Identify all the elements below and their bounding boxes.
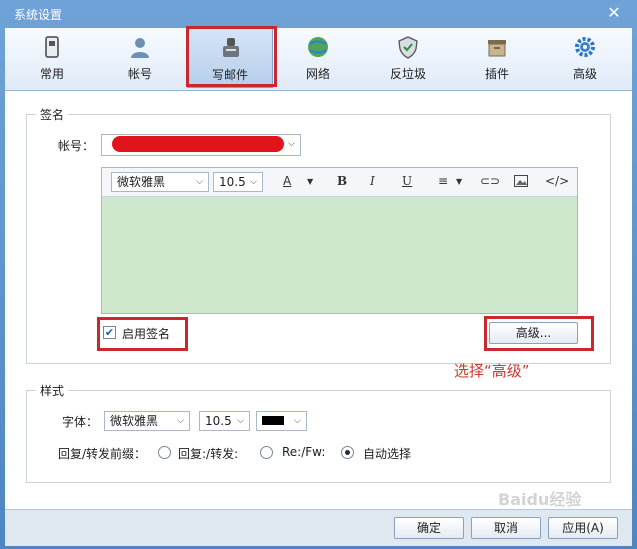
antispam-icon — [398, 36, 418, 59]
chevron-down-icon: ⌵ — [294, 416, 301, 426]
tab-label: 常用 — [39, 67, 64, 81]
prefix-option-label: 回复:/转发: — [178, 447, 239, 461]
highlight-box — [186, 26, 277, 87]
chevron-down-icon: ⌵ — [250, 177, 257, 187]
italic-button[interactable]: I — [370, 174, 375, 188]
gear-icon — [575, 37, 595, 57]
editor-size-value: 10.5 — [219, 175, 246, 189]
signature-editor: 微软雅黑 ⌵ 10.5 ⌵ A ▼ B I U ≡ ▼ ⊂⊃ </> — [101, 167, 578, 314]
underline-button[interactable]: U — [402, 174, 412, 188]
watermark: Baidu经验 — [498, 490, 582, 509]
tab-label: 帐号 — [127, 67, 152, 81]
editor-size-select[interactable]: 10.5 ⌵ — [213, 172, 263, 192]
network-icon — [308, 37, 328, 57]
bold-button[interactable]: B — [337, 174, 347, 188]
signature-group-title: 签名 — [36, 106, 69, 123]
source-code-button[interactable]: </> — [545, 174, 569, 188]
signature-text-area[interactable] — [102, 197, 577, 313]
settings-window: 系统设置 ✕ 常用 帐号 写邮件 网络 反垃圾 插件 高级 签名 帐号： ⌵ 微… — [0, 0, 637, 549]
apply-button[interactable]: 应用(A) — [548, 517, 618, 539]
chevron-down-icon: ⌵ — [288, 139, 295, 149]
cancel-button[interactable]: 取消 — [471, 517, 541, 539]
ok-button[interactable]: 确定 — [394, 517, 464, 539]
editor-toolbar: 微软雅黑 ⌵ 10.5 ⌵ A ▼ B I U ≡ ▼ ⊂⊃ </> — [102, 168, 577, 197]
chevron-down-icon: ⌵ — [177, 416, 184, 426]
chevron-down-icon[interactable]: ▼ — [307, 177, 313, 186]
prefix-label: 回复/转发前缀： — [58, 447, 147, 461]
account-icon — [131, 38, 149, 58]
style-font-value: 微软雅黑 — [110, 414, 159, 428]
color-swatch — [262, 416, 284, 425]
tab-label: 网络 — [305, 67, 330, 81]
style-group-title: 样式 — [36, 382, 69, 399]
tab-label: 插件 — [484, 67, 509, 81]
redaction-mark — [112, 136, 284, 152]
window-title: 系统设置 — [14, 8, 63, 22]
annotation-text: 选择“高级” — [454, 362, 530, 380]
highlight-box — [97, 317, 188, 351]
align-icon[interactable]: ≡ — [438, 174, 448, 188]
style-size-select[interactable]: 10.5 ⌵ — [199, 411, 250, 431]
chevron-down-icon: ⌵ — [196, 177, 203, 187]
tab-advanced[interactable]: 高级 — [542, 28, 628, 88]
general-icon — [45, 36, 59, 58]
style-group — [26, 390, 611, 483]
prefix-radio-re-fw[interactable] — [260, 446, 273, 459]
tab-plugin[interactable]: 插件 — [454, 28, 540, 88]
tab-general[interactable]: 常用 — [9, 28, 95, 88]
image-icon[interactable] — [514, 175, 528, 187]
title-bar: 系统设置 ✕ — [0, 0, 637, 28]
tab-label: 高级 — [572, 67, 597, 81]
prefix-radio-auto[interactable] — [341, 446, 354, 459]
style-size-value: 10.5 — [205, 414, 232, 428]
font-color-button[interactable]: A — [283, 174, 291, 188]
close-icon[interactable]: ✕ — [605, 4, 623, 22]
tab-antispam[interactable]: 反垃圾 — [365, 28, 451, 88]
tab-label: 反垃圾 — [389, 67, 426, 81]
chevron-down-icon[interactable]: ▼ — [456, 177, 462, 186]
font-label: 字体： — [62, 415, 99, 429]
prefix-radio-reply-forward[interactable] — [158, 446, 171, 459]
style-color-select[interactable]: ⌵ — [256, 411, 307, 431]
editor-font-select[interactable]: 微软雅黑 ⌵ — [111, 172, 209, 192]
editor-font-value: 微软雅黑 — [117, 175, 166, 189]
tab-account[interactable]: 帐号 — [97, 28, 183, 88]
prefix-option-label: Re:/Fw: — [282, 445, 326, 459]
style-font-select[interactable]: 微软雅黑 ⌵ — [104, 411, 190, 431]
highlight-box — [484, 316, 594, 351]
plugin-icon — [488, 40, 506, 57]
link-icon[interactable]: ⊂⊃ — [480, 174, 500, 188]
prefix-option-label: 自动选择 — [363, 447, 412, 461]
account-label: 帐号： — [58, 139, 95, 153]
chevron-down-icon: ⌵ — [237, 416, 244, 426]
settings-toolbar: 常用 帐号 写邮件 网络 反垃圾 插件 高级 — [5, 28, 632, 91]
tab-network[interactable]: 网络 — [275, 28, 361, 88]
